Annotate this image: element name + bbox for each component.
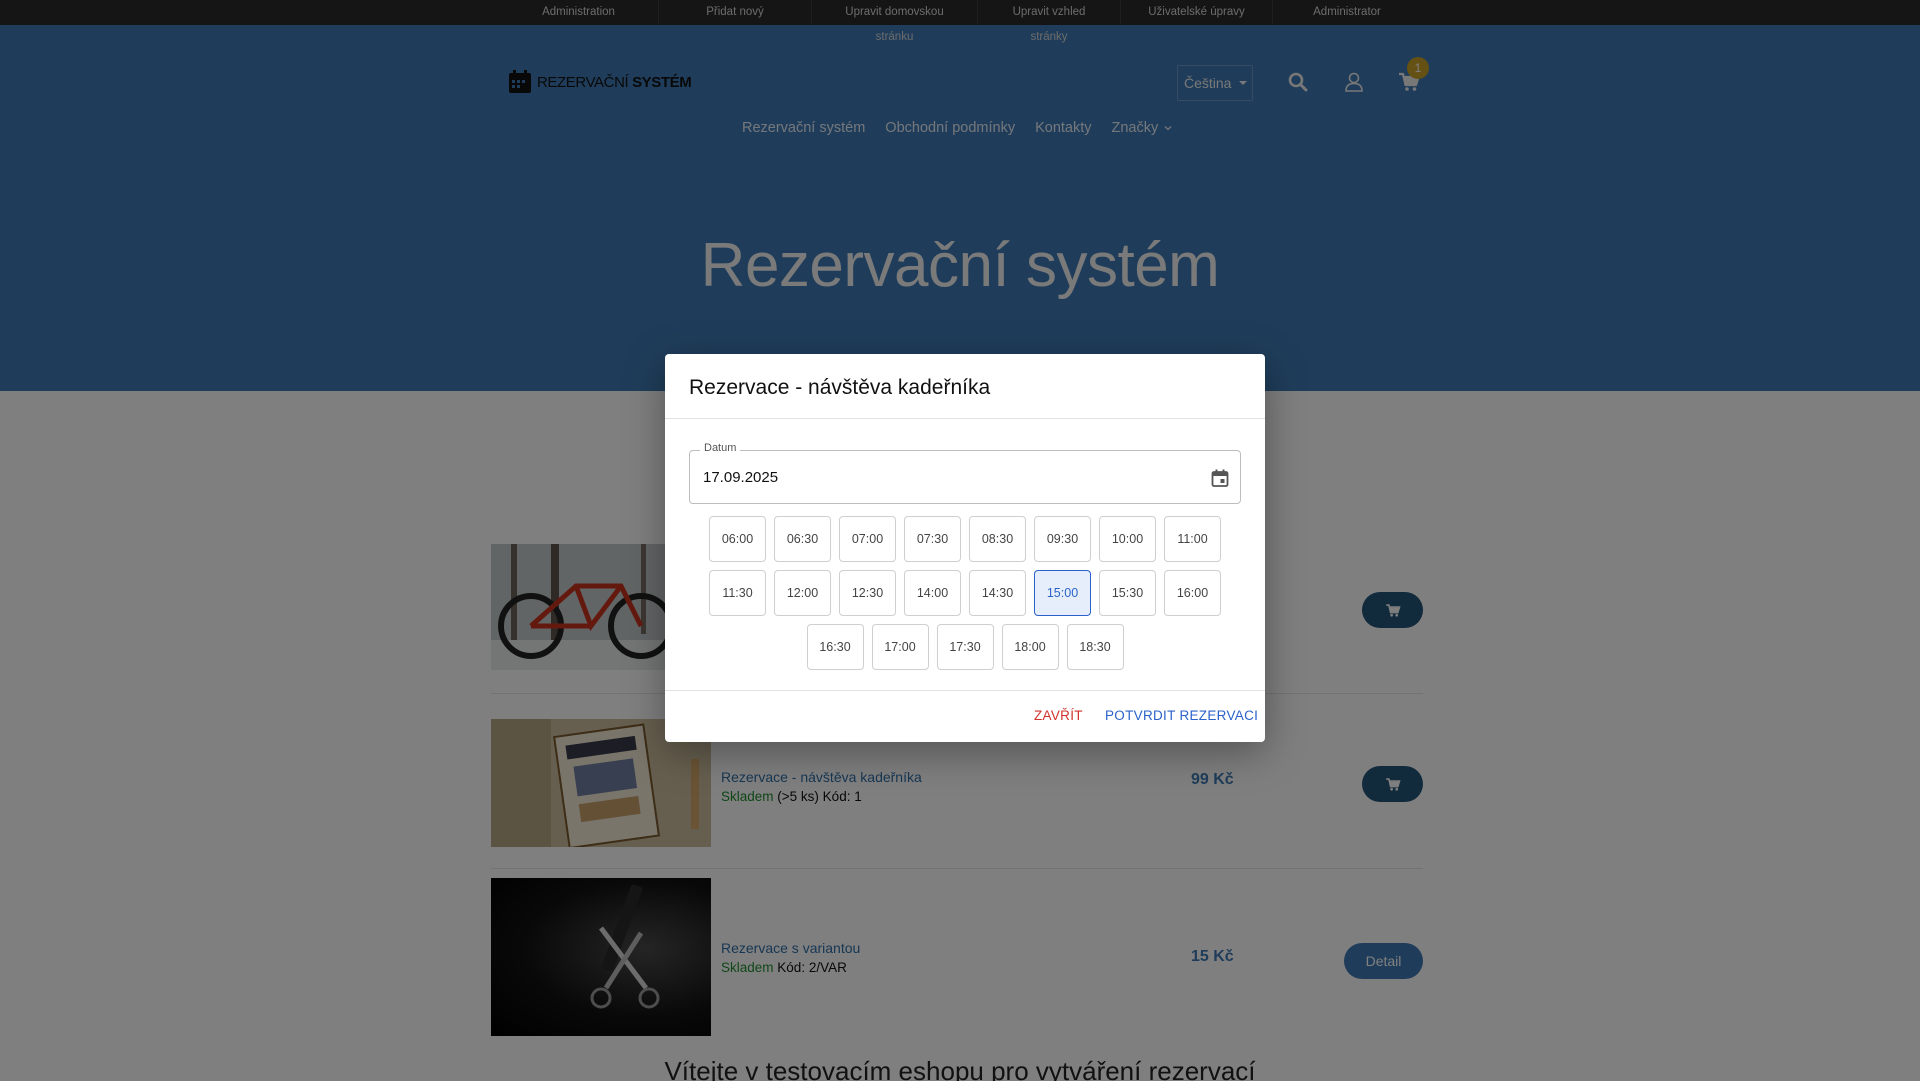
time-slot[interactable]: 07:30 [904,516,961,562]
time-slot[interactable]: 18:00 [1001,624,1059,670]
reservation-dialog: Rezervace - návštěva kadeřníka Datum 17.… [665,354,1265,742]
close-button[interactable]: ZAVŘÍT [1034,708,1083,723]
time-slot[interactable]: 10:00 [1099,516,1156,562]
time-slot[interactable]: 08:30 [969,516,1026,562]
time-slot[interactable]: 09:30 [1034,516,1091,562]
time-slot[interactable]: 14:30 [969,570,1026,616]
divider [665,418,1265,419]
time-slot[interactable]: 16:00 [1164,570,1221,616]
time-slot[interactable]: 07:00 [839,516,896,562]
time-slot[interactable]: 15:30 [1099,570,1156,616]
date-field[interactable]: Datum 17.09.2025 [689,442,1241,504]
time-slot[interactable]: 06:00 [709,516,766,562]
confirm-reservation-button[interactable]: POTVRDIT REZERVACI [1105,708,1258,723]
date-field-value: 17.09.2025 [703,469,779,486]
time-slot-grid: 06:00 06:30 07:00 07:30 08:30 09:30 10:0… [689,516,1241,670]
time-slot[interactable]: 06:30 [774,516,831,562]
time-slot[interactable]: 12:00 [774,570,831,616]
time-slot[interactable]: 14:00 [904,570,961,616]
time-slot[interactable]: 11:30 [709,570,766,616]
date-field-label: Datum [700,442,741,454]
time-slot[interactable]: 18:30 [1066,624,1124,670]
calendar-icon[interactable] [1210,468,1230,488]
time-slot[interactable]: 17:30 [936,624,994,670]
time-slot[interactable]: 16:30 [806,624,864,670]
dialog-title: Rezervace - návštěva kadeřníka [689,376,991,399]
time-slot[interactable]: 17:00 [871,624,929,670]
time-slot[interactable]: 12:30 [839,570,896,616]
time-slot-selected[interactable]: 15:00 [1034,570,1091,616]
time-slot[interactable]: 11:00 [1164,516,1221,562]
divider [665,690,1265,691]
